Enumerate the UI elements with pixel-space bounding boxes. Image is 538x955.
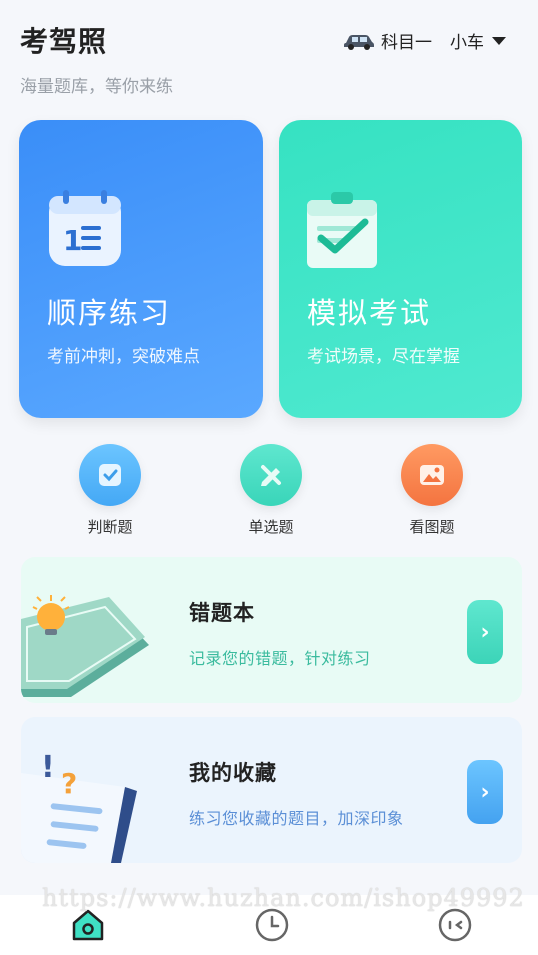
car-icon: [344, 34, 374, 50]
pencil-icon: [240, 444, 302, 506]
quick-label: 看图题: [409, 518, 455, 536]
mock-exam-card[interactable]: 模拟考试 考试场景，尽在掌握: [279, 120, 522, 418]
wrong-questions-card[interactable]: 错题本 记录您的错题，针对练习 ›: [21, 557, 522, 703]
page-subtitle: 海量题库，等你来练: [20, 77, 173, 97]
vehicle-label: 小车: [450, 33, 484, 53]
subject-label: 科目一: [381, 33, 432, 53]
check-doc-icon: [79, 444, 141, 506]
favorites-card[interactable]: ! ? 我的收藏 练习您收藏的题目，加深印象 ›: [21, 717, 522, 863]
subject-vehicle-selector[interactable]: 科目一 小车: [343, 28, 506, 53]
quick-label: 单选题: [248, 518, 294, 536]
clipboard-check-icon: [307, 190, 383, 268]
chevron-down-icon: [492, 36, 506, 45]
watermark: https://www.huzhan.com/ishop49992: [42, 884, 525, 912]
svg-text:?: ?: [61, 767, 77, 800]
svg-text:!: !: [41, 750, 55, 785]
card-title: 顺序练习: [47, 296, 172, 330]
svg-text:1: 1: [63, 224, 82, 257]
card-desc: 考前冲刺，突破难点: [47, 347, 200, 367]
card-title: 模拟考试: [307, 296, 432, 330]
single-choice-button[interactable]: 单选题: [221, 444, 321, 537]
notebook-bulb-icon: [21, 557, 171, 703]
calendar-list-icon: 1: [47, 190, 123, 268]
image-question-button[interactable]: 看图题: [382, 444, 482, 537]
card-desc: 考试场景，尽在掌握: [307, 347, 460, 367]
row-desc: 练习您收藏的题目，加深印象: [189, 809, 404, 828]
home-icon: [72, 909, 104, 941]
quick-label: 判断题: [87, 518, 133, 536]
row-title: 错题本: [189, 601, 255, 625]
chevron-right-icon[interactable]: ›: [467, 600, 503, 664]
image-icon: [401, 444, 463, 506]
chevron-right-icon[interactable]: ›: [467, 760, 503, 824]
sequential-practice-card[interactable]: 1 顺序练习 考前冲刺，突破难点: [19, 120, 263, 418]
row-title: 我的收藏: [189, 761, 277, 785]
true-false-button[interactable]: 判断题: [60, 444, 160, 537]
row-desc: 记录您的错题，针对练习: [189, 649, 371, 668]
more-icon: [438, 908, 472, 942]
history-clock-icon: [255, 908, 289, 942]
paper-question-icon: ! ?: [21, 717, 171, 863]
